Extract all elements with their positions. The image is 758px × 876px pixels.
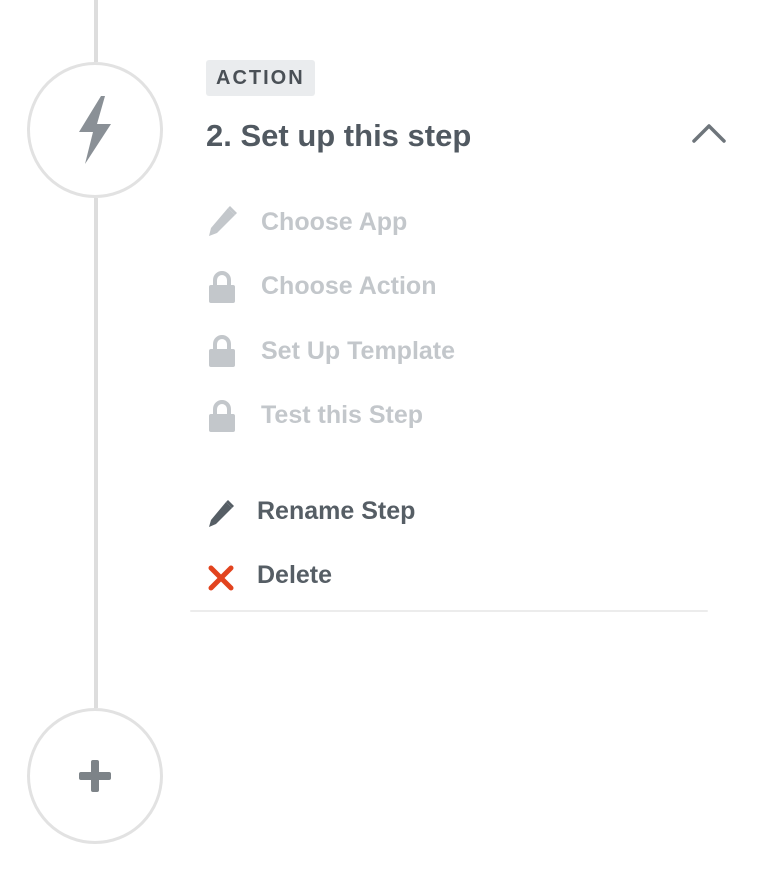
rename-step-label: Rename Step — [257, 497, 416, 525]
collapse-toggle[interactable] — [688, 118, 730, 148]
pencil-icon — [205, 202, 239, 242]
lock-icon — [205, 267, 239, 307]
timeline-connector-top — [94, 0, 98, 62]
pencil-icon — [205, 494, 237, 534]
action-step-circle[interactable] — [27, 62, 163, 198]
step-type-badge: ACTION — [206, 60, 315, 96]
card-bottom-divider — [190, 610, 708, 612]
delete-step-label: Delete — [257, 561, 333, 589]
lightning-bolt-icon — [79, 96, 111, 164]
step-title[interactable]: 2. Set up this step — [206, 114, 471, 158]
substep-label: Test this Step — [261, 401, 424, 430]
x-icon — [205, 558, 237, 598]
timeline-connector — [94, 198, 98, 708]
plus-icon — [79, 760, 111, 792]
lock-icon — [205, 331, 239, 371]
substep-label: Choose App — [261, 207, 408, 236]
lock-icon — [205, 396, 239, 436]
substep-label: Choose Action — [261, 272, 437, 301]
substep-label: Set Up Template — [261, 336, 456, 365]
add-step-button[interactable] — [27, 708, 163, 844]
chevron-up-icon — [692, 124, 726, 143]
